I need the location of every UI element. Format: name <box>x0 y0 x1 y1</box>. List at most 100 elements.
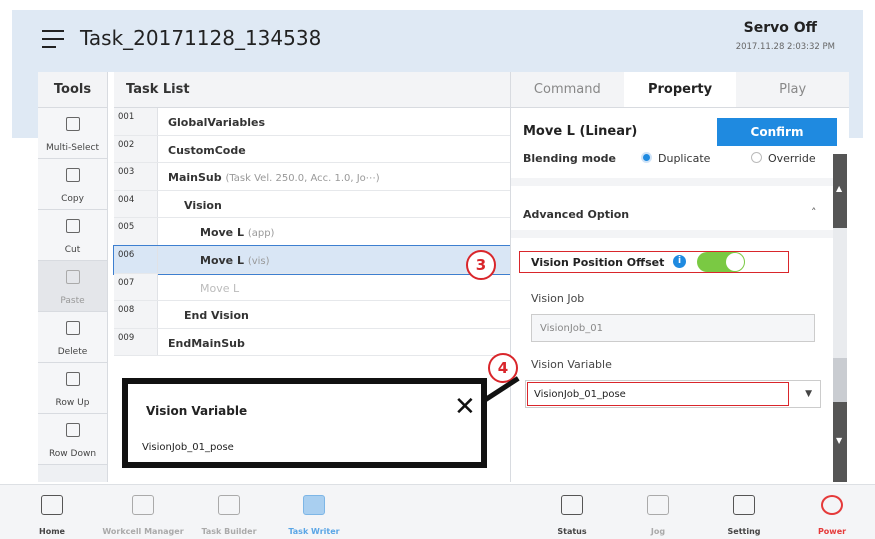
row-number: 004 <box>114 190 158 218</box>
row-text: GlobalVariables <box>168 116 266 129</box>
radio-label: Duplicate <box>658 152 711 165</box>
gear-icon <box>733 495 755 515</box>
scrollbar-thumb[interactable] <box>833 358 847 402</box>
copy-button[interactable]: Copy <box>38 159 107 210</box>
section-divider <box>511 178 833 186</box>
row-number: 002 <box>114 135 158 163</box>
tool-label: Copy <box>61 194 84 204</box>
nav-label: Status <box>557 527 587 536</box>
task-builder-icon <box>218 495 240 515</box>
row-param: (app) <box>247 228 275 240</box>
task-row[interactable]: 003 MainSub (Task Vel. 250.0, Acc. 1.0, … <box>114 163 510 191</box>
nav-jog[interactable]: Jog <box>636 485 680 539</box>
paste-icon <box>65 270 80 284</box>
row-number: 003 <box>114 163 158 190</box>
vision-position-offset-toggle[interactable] <box>697 252 745 272</box>
task-row[interactable]: 004 Vision <box>114 190 510 219</box>
info-icon[interactable]: i <box>673 255 686 268</box>
cut-button[interactable]: Cut <box>38 210 107 261</box>
row-number: 006 <box>114 245 158 273</box>
collapse-chevron-icon[interactable]: ˄ <box>811 206 817 219</box>
vision-job-label: Vision Job <box>531 292 585 305</box>
vision-position-offset-label: Vision Position Offset <box>531 256 665 269</box>
task-row-selected[interactable]: 006 Move L (vis) <box>113 244 511 275</box>
row-down-button[interactable]: Row Down <box>38 414 107 465</box>
toggle-knob <box>726 253 744 271</box>
tools-panel: Tools Multi-Select Copy Cut Paste Delete… <box>38 72 108 482</box>
nav-label: Setting <box>727 527 761 536</box>
task-row[interactable]: 008 End Vision <box>114 301 510 329</box>
tool-label: Row Down <box>48 449 97 459</box>
radio-on-icon <box>641 152 652 163</box>
task-list-heading: Task List <box>114 72 510 108</box>
power-icon <box>821 495 843 515</box>
task-row[interactable]: 001 GlobalVariables <box>114 108 510 136</box>
row-text: Move L <box>200 253 244 267</box>
property-title: Move L (Linear) <box>523 124 638 139</box>
jog-icon <box>647 495 669 515</box>
tab-property[interactable]: Property <box>623 72 737 107</box>
popup-title: Vision Variable <box>146 404 248 418</box>
vision-variable-label: Vision Variable <box>531 358 612 371</box>
nav-label: Task Builder <box>201 527 257 536</box>
tool-label: Paste <box>60 296 85 306</box>
row-number: 005 <box>114 218 158 245</box>
nav-status[interactable]: Status <box>550 485 594 539</box>
tab-command[interactable]: Command <box>511 72 624 107</box>
tools-heading: Tools <box>38 72 107 108</box>
servo-status: Servo Off <box>743 20 817 36</box>
confirm-button[interactable]: Confirm <box>717 118 837 146</box>
blending-override-radio[interactable]: Override <box>751 152 816 165</box>
tool-label: Row Up <box>55 398 90 408</box>
nav-home[interactable]: Home <box>30 485 74 539</box>
paste-button[interactable]: Paste <box>38 261 107 312</box>
row-text: MainSub <box>168 171 222 185</box>
radio-off-icon <box>751 152 762 163</box>
row-text: End Vision <box>184 309 249 323</box>
nav-task-writer[interactable]: Task Writer <box>282 485 346 539</box>
dropdown-arrow-icon: ▼ <box>805 389 812 399</box>
multi-select-button[interactable]: Multi-Select <box>38 108 107 159</box>
radio-label: Override <box>768 152 816 165</box>
row-text: CustomCode <box>168 143 246 157</box>
home-icon <box>41 495 63 515</box>
task-row[interactable]: 002 CustomCode <box>114 135 510 164</box>
task-row[interactable]: 009 EndMainSub <box>114 328 510 357</box>
scroll-down-icon[interactable]: ▼ <box>836 436 842 445</box>
property-panel: Command Property Play Move L (Linear) Co… <box>510 72 849 482</box>
nav-label: Home <box>39 527 65 536</box>
row-down-icon <box>65 423 80 437</box>
status-datetime: 2017.11.28 2:03:32 PM <box>735 42 835 52</box>
hamburger-menu-icon[interactable] <box>42 30 64 48</box>
row-param: (vis) <box>247 255 270 267</box>
callout-3: 3 <box>466 250 496 280</box>
scroll-up-icon[interactable]: ▲ <box>836 184 842 193</box>
section-divider <box>511 230 833 238</box>
tool-label: Delete <box>57 347 88 357</box>
nav-setting[interactable]: Setting <box>722 485 766 539</box>
row-up-button[interactable]: Row Up <box>38 363 107 414</box>
vision-variable-highlight-box <box>527 382 789 406</box>
row-up-icon <box>65 372 80 386</box>
row-number: 001 <box>114 108 158 135</box>
page-title: Task_20171128_134538 <box>80 26 322 50</box>
delete-button[interactable]: Delete <box>38 312 107 363</box>
nav-workcell-manager[interactable]: Workcell Manager <box>98 485 188 539</box>
nav-power[interactable]: Power <box>810 485 854 539</box>
advanced-option-label: Advanced Option <box>523 208 630 221</box>
blending-mode-label: Blending mode <box>523 152 616 165</box>
status-icon <box>561 495 583 515</box>
row-text: Vision <box>184 198 222 212</box>
task-row[interactable]: 007 Move L <box>114 273 510 302</box>
task-row[interactable]: 005 Move L (app) <box>114 218 510 246</box>
close-icon[interactable]: ✕ <box>454 394 476 420</box>
tool-label: Cut <box>64 245 81 255</box>
row-number: 007 <box>114 273 158 301</box>
nav-task-builder[interactable]: Task Builder <box>196 485 262 539</box>
blending-duplicate-radio[interactable]: Duplicate <box>641 152 710 165</box>
vision-variable-popup: Vision Variable ✕ VisionJob_01_pose <box>122 378 487 468</box>
row-text: EndMainSub <box>168 336 245 350</box>
vision-job-field[interactable]: VisionJob_01 <box>531 314 815 342</box>
tool-label: Multi-Select <box>45 143 99 153</box>
tab-play[interactable]: Play <box>736 72 849 107</box>
